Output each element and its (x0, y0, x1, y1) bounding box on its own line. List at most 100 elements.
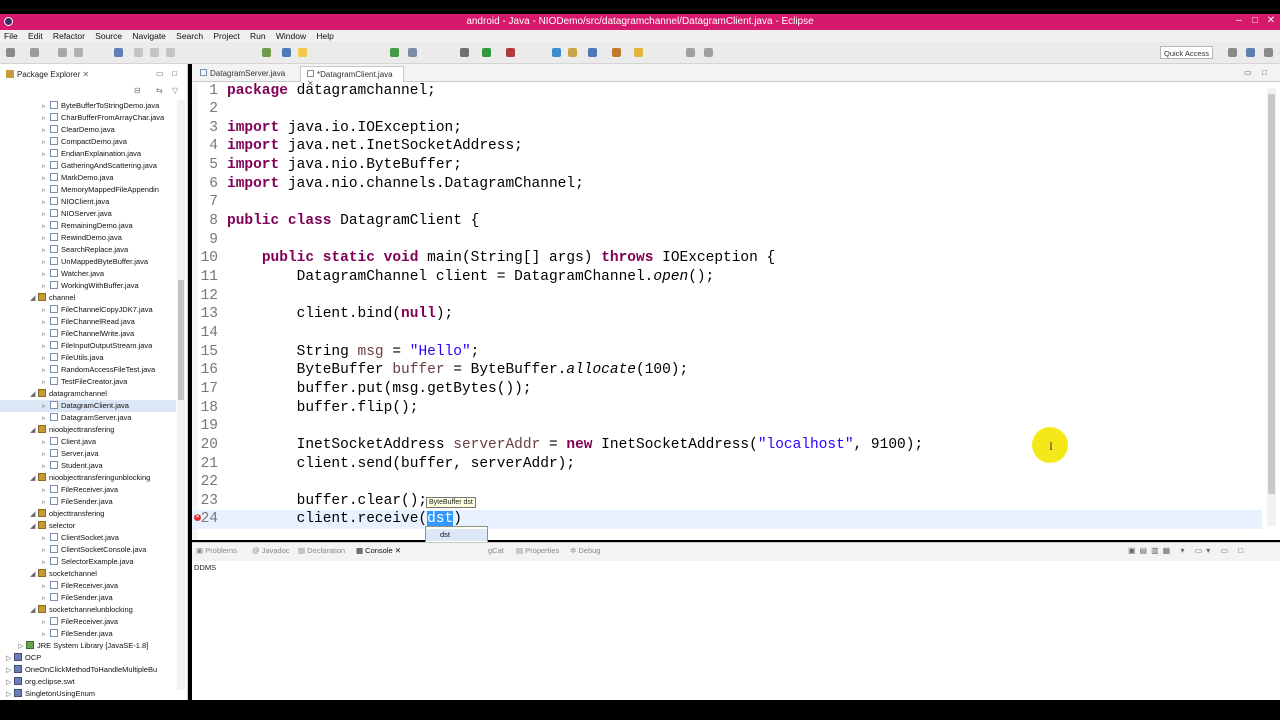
minimize-editor-icon[interactable]: ▭ (1244, 68, 1252, 77)
external-tools-icon[interactable] (506, 48, 515, 57)
tree-item-file[interactable]: ▹ DatagramServer.java (0, 412, 176, 424)
close-button[interactable]: ✕ (1260, 15, 1280, 26)
new-icon[interactable] (6, 48, 15, 57)
menu-search[interactable]: Search (172, 30, 207, 42)
code-line[interactable]: 3 import java.io.IOException; (192, 119, 1262, 138)
tree-item-project[interactable]: ▷ SingletonUsingEnum (0, 688, 176, 700)
tree-item-file[interactable]: ▹ TestFileCreator.java (0, 376, 176, 388)
tree-item-file[interactable]: ▹ Student.java (0, 460, 176, 472)
new-package-icon[interactable] (568, 48, 577, 57)
android-sdk-icon[interactable] (390, 48, 399, 57)
code-line[interactable]: 7 (192, 193, 1262, 212)
tree-item-file[interactable]: ▹ FileInputOutputStream.java (0, 340, 176, 352)
menu-refactor[interactable]: Refactor (49, 30, 89, 42)
tree-item-file[interactable]: ▹ NIOServer.java (0, 208, 176, 220)
code-line[interactable]: 8 public class DatagramClient { (192, 212, 1262, 231)
tree-item-file[interactable]: ▹ DatagramClient.java (0, 400, 176, 412)
tree-item-file[interactable]: ▹ MemoryMappedFileAppendin (0, 184, 176, 196)
code-text[interactable]: package datagramchannel; (227, 82, 436, 101)
tree-item-file[interactable]: ▹ RandomAccessFileTest.java (0, 364, 176, 376)
terminate-icon[interactable] (166, 48, 175, 57)
code-text[interactable]: ByteBuffer buffer = ByteBuffer.allocate(… (227, 361, 689, 380)
menu-window[interactable]: Window (272, 30, 310, 42)
tree-item-file[interactable]: ▹ FileSender.java (0, 592, 176, 604)
code-text[interactable]: public class DatagramClient { (227, 212, 479, 231)
code-line[interactable]: 20 InetSocketAddress serverAddr = new In… (192, 436, 1262, 455)
tree-item-project[interactable]: ▷ org.eclipse.swt (0, 676, 176, 688)
tree-item-file[interactable]: ▹ MarkDemo.java (0, 172, 176, 184)
tree-item-package[interactable]: ◢ nioobjecttransfering (0, 424, 176, 436)
run-icon[interactable] (482, 48, 491, 57)
menu-edit[interactable]: Edit (24, 30, 47, 42)
tree-item-package[interactable]: ◢ socketchannelunblocking (0, 604, 176, 616)
quick-access-input[interactable]: Quick Access (1160, 46, 1213, 59)
toggle-icon[interactable] (262, 48, 271, 57)
tree-item-file[interactable]: ▹ FileChannelRead.java (0, 316, 176, 328)
tree-item-package[interactable]: ◢ socketchannel (0, 568, 176, 580)
code-line[interactable]: 23 buffer.clear(); (192, 492, 1262, 511)
tree-item-package[interactable]: ◢ objecttransfering (0, 508, 176, 520)
open-type-icon[interactable] (612, 48, 621, 57)
code-text[interactable]: String msg = "Hello"; (227, 343, 480, 362)
tree-item-file[interactable]: ▹ SearchReplace.java (0, 244, 176, 256)
debug-perspective-icon[interactable] (1264, 48, 1273, 57)
tree-item-file[interactable]: ▹ FileReceiver.java (0, 616, 176, 628)
tree-item-file[interactable]: ▹ FileReceiver.java (0, 484, 176, 496)
tree-item-file[interactable]: ▹ EndianExplaination.java (0, 148, 176, 160)
tree-item-file[interactable]: ▹ FileSender.java (0, 628, 176, 640)
java-perspective-icon[interactable] (1246, 48, 1255, 57)
code-line[interactable]: 13 client.bind(null); (192, 305, 1262, 324)
tab-problems[interactable]: ▣ Problems (196, 546, 237, 555)
menu-help[interactable]: Help (312, 30, 337, 42)
tree-item-project[interactable]: ▷ JRE System Library [JavaSE-1.8] (0, 640, 176, 652)
tree-item-file[interactable]: ▹ FileSender.java (0, 496, 176, 508)
menu-run[interactable]: Run (246, 30, 270, 42)
tree-item-file[interactable]: ▹ GatheringAndScattering.java (0, 160, 176, 172)
tree-item-file[interactable]: ▹ SelectorExample.java (0, 556, 176, 568)
code-text[interactable]: import java.nio.channels.DatagramChannel… (227, 175, 584, 194)
search-icon[interactable] (634, 48, 643, 57)
tree-item-file[interactable]: ▹ RewindDemo.java (0, 232, 176, 244)
open-perspective-icon[interactable] (1228, 48, 1237, 57)
code-text[interactable]: public static void main(String[] args) t… (227, 249, 775, 268)
tab-datagram-server[interactable]: DatagramServer.java (194, 66, 298, 82)
tab-javadoc[interactable]: @ Javadoc (252, 546, 290, 555)
tab-properties[interactable]: ▤ Properties (516, 546, 559, 555)
tree-item-file[interactable]: ▹ Client.java (0, 436, 176, 448)
assist-item[interactable]: dst (426, 529, 487, 541)
menu-source[interactable]: Source (91, 30, 126, 42)
code-line[interactable]: 18 buffer.flip(); (192, 399, 1262, 418)
tree-item-file[interactable]: ▹ UnMappedByteBuffer.java (0, 256, 176, 268)
print-icon[interactable] (74, 48, 83, 57)
link-editor-icon[interactable]: ⇆ (156, 86, 163, 95)
code-line[interactable]: 14 (192, 324, 1262, 343)
back-icon[interactable] (686, 48, 695, 57)
code-line[interactable]: 12 (192, 287, 1262, 306)
collapse-all-icon[interactable]: ⊟ (134, 86, 141, 95)
tab-logcat[interactable]: gCat (488, 546, 504, 555)
skip-breakpoints-icon[interactable] (114, 48, 123, 57)
tree-item-file[interactable]: ▹ FileChannelCopyJDK7.java (0, 304, 176, 316)
tree-item-package[interactable]: ◢ nioobjecttransferingunblocking (0, 472, 176, 484)
code-text[interactable]: DatagramChannel client = DatagramChannel… (227, 268, 715, 287)
code-line[interactable]: 19 (192, 417, 1262, 436)
tree-item-file[interactable]: ▹ CharBufferFromArrayChar.java (0, 112, 176, 124)
tree-item-file[interactable]: ▹ RemainingDemo.java (0, 220, 176, 232)
menu-navigate[interactable]: Navigate (128, 30, 170, 42)
view-menu-icon[interactable]: ▽ (172, 86, 178, 95)
tree-item-file[interactable]: ▹ Watcher.java (0, 268, 176, 280)
tab-debug[interactable]: ✲ Debug (570, 546, 600, 555)
package-explorer-scrollbar[interactable] (177, 100, 185, 690)
minimize-view-icon[interactable]: ▭ (156, 69, 164, 78)
open-task-icon[interactable] (282, 48, 291, 57)
console-toolbar-icons[interactable]: ▣▤▥▦ ▾ ▭▾ ▭ □ (1128, 546, 1247, 555)
tree-item-project[interactable]: ▷ OneOnClickMethodToHandleMultipleBu (0, 664, 176, 676)
resume-icon[interactable] (134, 48, 143, 57)
tree-item-package[interactable]: ◢ datagramchannel (0, 388, 176, 400)
code-line[interactable]: 15 String msg = "Hello"; (192, 343, 1262, 362)
code-line[interactable]: 10 public static void main(String[] args… (192, 249, 1262, 268)
avd-manager-icon[interactable] (408, 48, 417, 57)
new-java-project-icon[interactable] (552, 48, 561, 57)
maximize-view-icon[interactable]: □ (172, 69, 177, 78)
code-area[interactable]: 1 package datagramchannel; 2 3 import java.i… (192, 82, 1262, 540)
